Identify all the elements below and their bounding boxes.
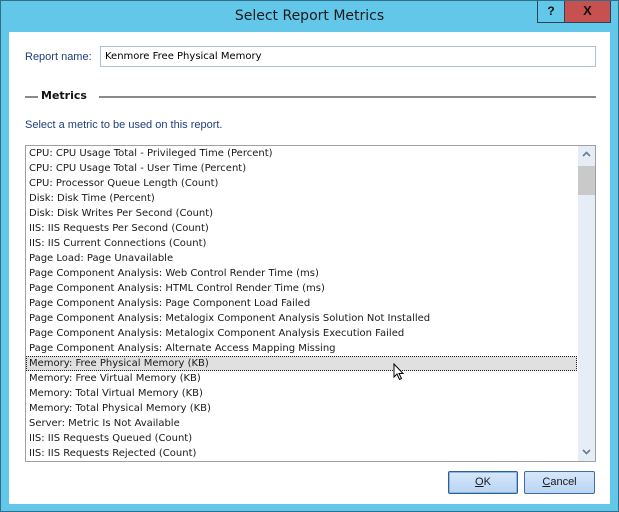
dialog-content: Report name: Metrics Select a metric to … [9,32,610,504]
metrics-listbox[interactable]: CPU: CPU Usage Total - Privileged Time (… [25,145,596,462]
list-item[interactable]: Disk: Disk Time (Percent) [26,191,577,206]
dialog-window: Select Report Metrics ? X Report name: M… [0,0,619,512]
report-name-input[interactable] [100,46,596,67]
metrics-list: CPU: CPU Usage Total - Privileged Time (… [26,146,577,461]
list-item[interactable]: Page Load: Page Unavailable [26,251,577,266]
list-item[interactable]: Page Component Analysis: Web Control Ren… [26,266,577,281]
cancel-label: ancel [550,476,577,488]
instruction-text: Select a metric to be used on this repor… [25,119,223,131]
list-item[interactable]: IIS: IIS Requests Per Second (Count) [26,221,577,236]
group-divider-left [25,96,38,98]
list-item[interactable]: Memory: Free Virtual Memory (KB) [26,371,577,386]
list-item[interactable]: CPU: CPU Usage Total - Privileged Time (… [26,146,577,161]
close-button[interactable]: X [565,1,611,23]
ok-button[interactable]: OK [448,471,518,494]
vertical-scrollbar[interactable] [578,146,595,461]
list-item[interactable]: Page Component Analysis: Metalogix Compo… [26,311,577,326]
group-divider-right [99,96,596,98]
list-item[interactable]: IIS: IIS Current Connections (Count) [26,236,577,251]
report-name-label: Report name: [25,51,92,63]
list-item[interactable]: Page Component Analysis: Page Component … [26,296,577,311]
list-item[interactable]: Disk: Disk Writes Per Second (Count) [26,206,577,221]
chevron-up-icon [582,151,591,157]
list-item[interactable]: CPU: CPU Usage Total - User Time (Percen… [26,161,577,176]
close-icon: X [583,3,592,18]
list-item[interactable]: CPU: Processor Queue Length (Count) [26,176,577,191]
list-item[interactable]: IIS: IIS Requests Rejected (Count) [26,446,577,461]
list-item[interactable]: Page Component Analysis: HTML Control Re… [26,281,577,296]
list-item[interactable]: Memory: Total Virtual Memory (KB) [26,386,577,401]
list-item-selected[interactable]: Memory: Free Physical Memory (KB) [26,356,577,371]
window-title: Select Report Metrics [234,8,385,24]
list-item[interactable]: Page Component Analysis: Alternate Acces… [26,341,577,356]
mouse-pointer-icon [393,363,405,381]
list-item[interactable]: IIS: IIS Requests Queued (Count) [26,431,577,446]
metrics-group-title: Metrics [41,89,87,102]
list-item[interactable]: Memory: Total Physical Memory (KB) [26,401,577,416]
title-bar[interactable]: Select Report Metrics ? X [1,1,618,32]
cancel-button[interactable]: Cancel [524,471,595,494]
scroll-down-button[interactable] [578,444,595,461]
list-item[interactable]: Server: Metric Is Not Available [26,416,577,431]
scroll-up-button[interactable] [578,146,595,163]
scroll-thumb[interactable] [578,166,595,195]
ok-label: K [483,476,491,488]
help-button[interactable]: ? [537,1,565,23]
ok-mnemonic: O [475,476,484,488]
chevron-down-icon [582,449,591,455]
list-item[interactable]: Page Component Analysis: Metalogix Compo… [26,326,577,341]
